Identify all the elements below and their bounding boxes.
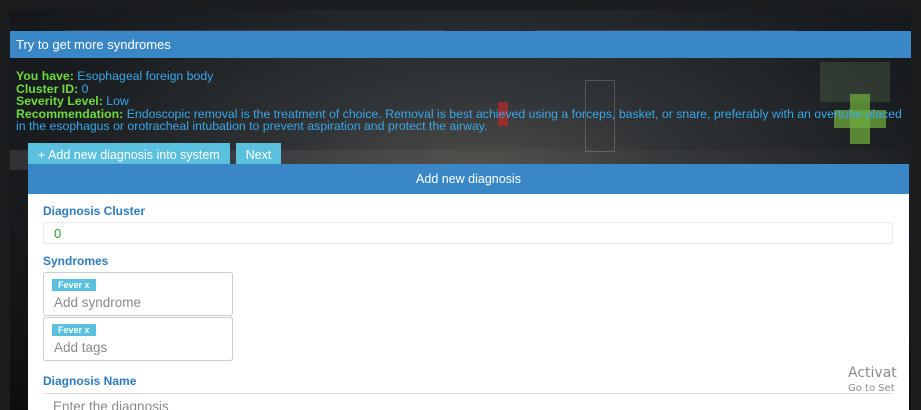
activation-watermark: Activat Go to Set [848,366,897,394]
header-bar: Try to get more syndromes [10,31,911,58]
syndrome-input[interactable] [54,293,224,311]
syndrome-tag-field[interactable]: Fever x [43,272,233,316]
tags-input[interactable] [54,338,224,356]
result-recommendation-value: Endoscopic removal is the treatment of c… [16,106,902,133]
diagnosis-name-label: Diagnosis Name [43,374,137,388]
panel-title: Add new diagnosis [416,172,521,186]
syndrome-chip[interactable]: Fever x [52,279,96,291]
result-diagnosis-line: You have: Esophageal foreign body [16,70,906,83]
diagnosis-cluster-field[interactable]: 0 [43,222,893,244]
add-diagnosis-panel: Add new diagnosis Diagnosis Cluster 0 Sy… [28,164,909,410]
diagnosis-result: You have: Esophageal foreign body Cluste… [16,70,906,133]
diagnosis-cluster-value: 0 [54,225,62,241]
background-ceiling-light [523,10,797,32]
app-window: Try to get more syndromes You have: Esop… [10,10,911,410]
result-recommendation-line: Recommendation: Endoscopic removal is th… [16,106,906,133]
background-ceiling-light [63,10,457,32]
diagnosis-name-input[interactable] [43,393,893,410]
syndromes-label: Syndromes [43,254,109,268]
header-title: Try to get more syndromes [16,37,171,52]
panel-header: Add new diagnosis [28,164,909,194]
result-cluster-line: Cluster ID: 0 [16,82,906,96]
watermark-line-1: Activat [848,365,897,381]
result-diagnosis-value: Esophageal foreign body [77,69,214,83]
tags-field[interactable]: Fever x [43,317,233,361]
diagnosis-cluster-label: Diagnosis Cluster [43,204,146,218]
watermark-line-2: Go to Set [848,383,895,394]
tag-chip[interactable]: Fever x [52,324,96,336]
